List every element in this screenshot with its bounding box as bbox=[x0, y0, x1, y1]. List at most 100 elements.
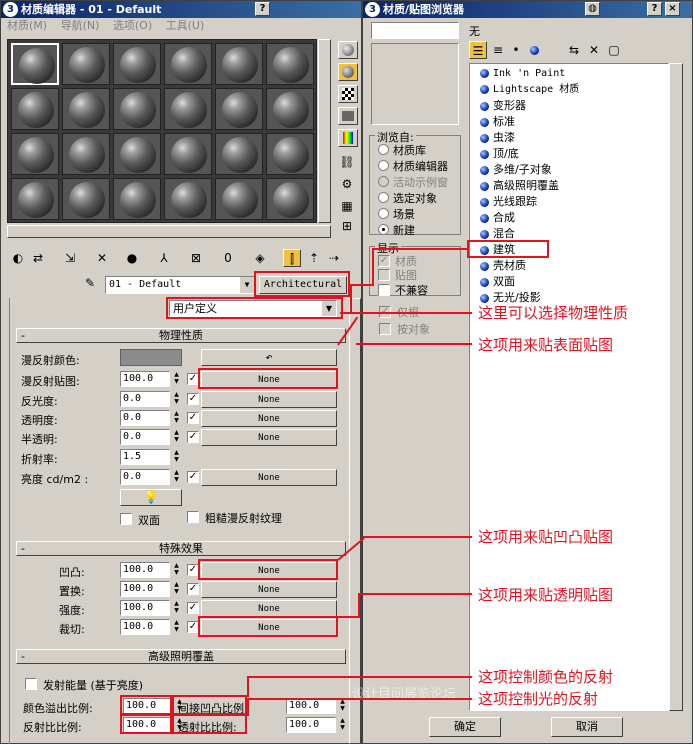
list-item[interactable]: 顶/底 bbox=[480, 146, 519, 162]
show-maps-checkbox[interactable] bbox=[378, 269, 390, 281]
indirect-bump-spinner[interactable]: 100.0 ▲ ▼ bbox=[286, 698, 348, 714]
list-item[interactable]: 壳材质 bbox=[480, 258, 526, 274]
transparency-spinner[interactable]: 0.0 ▲ ▼ bbox=[120, 410, 182, 426]
options-icon[interactable]: ⚙ bbox=[338, 175, 356, 193]
intensity-spinner[interactable]: 100.0 ▲ ▼ bbox=[120, 600, 182, 616]
translucency-spinner[interactable]: 0.0 ▲ ▼ bbox=[120, 429, 182, 445]
rollout-special-effects[interactable]: - 特殊效果 bbox=[16, 541, 346, 556]
sample-slot[interactable] bbox=[215, 43, 263, 85]
shininess-spinner[interactable]: 0.0 ▲ ▼ bbox=[120, 391, 182, 407]
sample-slot[interactable] bbox=[113, 43, 161, 85]
material-name-field[interactable]: 01 - Default ▼ bbox=[105, 276, 255, 294]
sample-slot[interactable] bbox=[266, 43, 314, 85]
spinner-arrows-icon[interactable]: ▲ ▼ bbox=[172, 581, 181, 597]
list-item[interactable]: 光线跟踪 bbox=[480, 194, 537, 210]
list-item[interactable]: 双面 bbox=[480, 274, 515, 290]
spinner-arrows-icon[interactable]: ▲ ▼ bbox=[172, 600, 181, 616]
intensity-checkbox[interactable]: ✓ bbox=[187, 602, 199, 614]
update-scene-icon[interactable]: ⇆ bbox=[565, 41, 583, 59]
spinner-arrows-icon[interactable]: ▲ ▼ bbox=[172, 429, 181, 445]
show-materials-checkbox[interactable]: ✓ bbox=[378, 255, 390, 267]
delete-from-library-icon[interactable]: ✕ bbox=[585, 41, 603, 59]
show-map-in-viewport-icon[interactable]: ◈ bbox=[251, 249, 269, 267]
sample-slot[interactable] bbox=[62, 133, 110, 175]
menu-navigation[interactable]: 导航(N) bbox=[61, 19, 100, 32]
put-to-library-icon[interactable]: ⊠ bbox=[187, 249, 205, 267]
sample-slot[interactable] bbox=[113, 133, 161, 175]
material-navigator-icon[interactable]: ⊞ bbox=[338, 217, 356, 235]
sample-slot[interactable] bbox=[11, 43, 59, 85]
cancel-button[interactable]: 取消 bbox=[551, 717, 623, 737]
sample-slot[interactable] bbox=[215, 178, 263, 220]
video-color-check-button[interactable] bbox=[338, 129, 358, 147]
luminance-map-button[interactable]: None bbox=[201, 469, 337, 486]
spinner-arrows-icon[interactable]: ▲ ▼ bbox=[338, 698, 347, 714]
clear-library-icon[interactable]: ▢ bbox=[605, 41, 623, 59]
get-material-icon[interactable]: ◐ bbox=[9, 249, 27, 267]
sample-slot[interactable] bbox=[164, 88, 212, 130]
view-list-icons-icon[interactable]: ≡ bbox=[489, 41, 507, 59]
uv-tiling-button[interactable] bbox=[338, 107, 358, 125]
sample-slot[interactable] bbox=[266, 178, 314, 220]
rollout-physical[interactable]: - 物理性质 bbox=[16, 328, 346, 343]
browse-radio-selected[interactable] bbox=[378, 192, 389, 203]
spinner-arrows-icon[interactable]: ▲ ▼ bbox=[338, 717, 347, 733]
list-item[interactable]: Lightscape 材质 bbox=[480, 82, 579, 98]
browser-list-scrollbar[interactable] bbox=[669, 63, 683, 711]
spinner-arrows-icon[interactable]: ▲ ▼ bbox=[172, 391, 181, 407]
browse-radio-active-slot[interactable] bbox=[378, 176, 389, 187]
intensity-map-button[interactable]: None bbox=[201, 600, 337, 617]
displacement-map-button[interactable]: None bbox=[201, 581, 337, 598]
browse-radio-scene[interactable] bbox=[378, 208, 389, 219]
translucency-checkbox[interactable]: ✓ bbox=[187, 431, 199, 443]
sample-slot[interactable] bbox=[11, 178, 59, 220]
spinner-arrows-icon[interactable]: ▲ ▼ bbox=[172, 449, 181, 465]
luminance-from-light-button[interactable]: 💡 bbox=[120, 489, 182, 506]
sample-slot[interactable] bbox=[113, 178, 161, 220]
browser-search-field[interactable] bbox=[371, 22, 459, 39]
transparency-map-button[interactable]: None bbox=[201, 410, 337, 427]
put-to-scene-icon[interactable]: ⇄ bbox=[29, 249, 47, 267]
emit-energy-checkbox[interactable] bbox=[25, 678, 37, 690]
sample-slot[interactable] bbox=[266, 133, 314, 175]
sample-slot[interactable] bbox=[113, 88, 161, 130]
sample-slot[interactable] bbox=[266, 88, 314, 130]
name-dropdown-arrow-icon[interactable]: ▼ bbox=[240, 277, 254, 293]
browser-help-button[interactable]: ? bbox=[647, 2, 662, 16]
spinner-arrows-icon[interactable]: ▲ ▼ bbox=[172, 371, 181, 387]
sample-slot[interactable] bbox=[62, 43, 110, 85]
material-effects-channel-icon[interactable]: 0 bbox=[219, 249, 237, 267]
sample-slot[interactable] bbox=[11, 133, 59, 175]
select-by-material-icon[interactable]: ▦ bbox=[338, 197, 356, 215]
sample-slot[interactable] bbox=[11, 88, 59, 130]
go-to-parent-icon[interactable]: ⇡ bbox=[305, 249, 323, 267]
sample-slot[interactable] bbox=[62, 88, 110, 130]
browse-radio-new[interactable] bbox=[378, 224, 389, 235]
ok-button[interactable]: 确定 bbox=[429, 717, 501, 737]
transparency-checkbox[interactable]: ✓ bbox=[187, 412, 199, 424]
reset-map-icon[interactable]: ✕ bbox=[93, 249, 111, 267]
sample-slot[interactable] bbox=[62, 178, 110, 220]
by-object-checkbox[interactable] bbox=[379, 323, 391, 335]
backlight-button[interactable] bbox=[338, 63, 358, 81]
view-large-icons-icon[interactable] bbox=[525, 41, 543, 59]
background-button[interactable] bbox=[338, 85, 358, 103]
spinner-arrows-icon[interactable]: ▲ ▼ bbox=[172, 562, 181, 578]
list-item[interactable]: 多维/子对象 bbox=[480, 162, 552, 178]
slots-hscrollbar[interactable] bbox=[7, 225, 331, 238]
make-copy-icon[interactable]: ● bbox=[123, 249, 141, 267]
spinner-arrows-icon[interactable]: ▲ ▼ bbox=[172, 469, 181, 485]
browser-pin-button[interactable]: ◍ bbox=[585, 2, 600, 16]
transmittance-spinner[interactable]: 100.0 ▲ ▼ bbox=[286, 717, 348, 733]
pick-material-eyedropper-icon[interactable]: ✎ bbox=[81, 274, 99, 292]
browse-radio-library[interactable] bbox=[378, 144, 389, 155]
assign-material-icon[interactable]: ⇲ bbox=[61, 249, 79, 267]
raw-diffuse-checkbox[interactable] bbox=[187, 511, 199, 523]
editor-help-button[interactable]: ? bbox=[255, 2, 270, 16]
luminance-checkbox[interactable]: ✓ bbox=[187, 471, 199, 483]
two-sided-checkbox[interactable] bbox=[120, 513, 132, 525]
sample-slot[interactable] bbox=[164, 43, 212, 85]
diffuse-map-spinner[interactable]: 100.0 ▲ ▼ bbox=[120, 371, 182, 387]
sample-type-sphere-button[interactable] bbox=[338, 41, 358, 59]
sample-slot[interactable] bbox=[164, 133, 212, 175]
